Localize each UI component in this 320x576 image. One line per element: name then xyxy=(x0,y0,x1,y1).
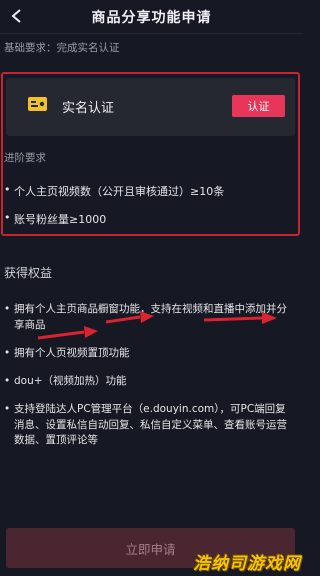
list-item: • dou+（视频加热）功能 xyxy=(4,374,294,390)
basic-requirement-label: 基础要求：完成实名认证 xyxy=(4,41,120,54)
advanced-requirement-text: 个人主页视频数（公开且审核通过）≥10条 xyxy=(14,185,225,198)
page-title: 商品分享功能申请 xyxy=(91,9,212,26)
list-item: • 个人主页视频数（公开且审核通过）≥10条 xyxy=(4,183,224,199)
advanced-requirements-label: 进阶要求 xyxy=(4,152,46,164)
top-bar: 商品分享功能申请 xyxy=(0,0,303,34)
list-item: • 账号粉丝量≥1000 xyxy=(4,211,106,227)
benefit-text: 拥有个人页视频置顶功能 xyxy=(14,347,130,359)
benefit-text: dou+（视频加热）功能 xyxy=(14,375,127,387)
benefit-text: 拥有个人主页商品橱窗功能，支持在视频和直播中添加并分享商品 xyxy=(14,303,287,331)
bullet-icon: • xyxy=(4,303,11,315)
bullet-icon: • xyxy=(4,211,11,224)
benefit-text: 支持登陆达人PC管理平台（e.douyin.com），可PC端回复消息、设置私信… xyxy=(14,403,287,446)
back-button[interactable] xyxy=(6,5,28,27)
bullet-icon: • xyxy=(4,183,11,196)
verification-card: 实名认证 认证 xyxy=(6,78,295,136)
bullet-icon: • xyxy=(4,375,11,387)
bullet-icon: • xyxy=(4,347,11,359)
list-item: • 拥有个人主页商品橱窗功能，支持在视频和直播中添加并分享商品 xyxy=(4,302,294,333)
watermark-logo: 浩纳司游戏网 xyxy=(193,554,301,574)
advanced-requirement-text: 账号粉丝量≥1000 xyxy=(14,213,107,226)
id-card-icon xyxy=(28,97,47,111)
verify-button[interactable]: 认证 xyxy=(232,95,285,117)
benefits-title: 获得权益 xyxy=(4,266,53,280)
list-item: • 拥有个人页视频置顶功能 xyxy=(4,346,294,362)
bullet-icon: • xyxy=(4,403,11,415)
chevron-left-icon xyxy=(11,9,21,23)
list-item: • 支持登陆达人PC管理平台（e.douyin.com），可PC端回复消息、设置… xyxy=(4,402,294,449)
verification-label: 实名认证 xyxy=(62,101,115,116)
